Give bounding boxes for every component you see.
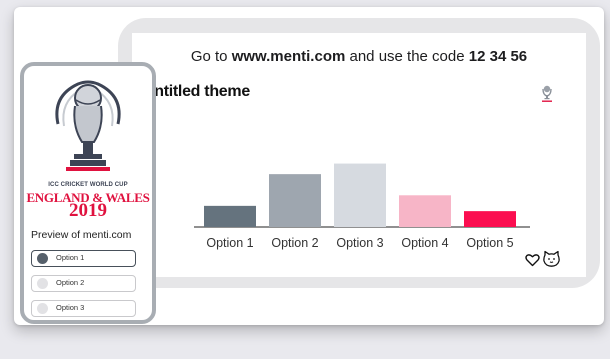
vote-option-1[interactable]: Option 1 [31, 250, 136, 267]
bar-chart: Option 1 Option 2 Option 3 Option 4 Option 5 [194, 163, 530, 250]
bar-4 [399, 195, 451, 227]
phone-preview: ICC CRICKET WORLD CUP ENGLAND & WALES 20… [20, 62, 156, 324]
bar-label-3: Option 3 [336, 236, 383, 250]
radio-icon [37, 278, 48, 289]
bar-3 [334, 163, 386, 227]
join-instruction: Go to www.menti.com and use the code 12 … [190, 48, 528, 65]
cat-icon[interactable] [542, 250, 561, 268]
bar-label-5: Option 5 [466, 236, 513, 250]
bar-label-1: Option 1 [206, 236, 253, 250]
menti-link[interactable]: www.menti.com [232, 48, 346, 65]
logo-text-top: ICC CRICKET WORLD CUP [48, 182, 128, 188]
bar-label-4: Option 4 [401, 236, 448, 250]
radio-icon [37, 303, 48, 314]
cricket-world-cup-trophy-logo [55, 80, 121, 171]
vote-option-3[interactable]: Option 3 [31, 300, 136, 317]
bar-5 [464, 211, 516, 227]
preview-label: Preview of menti.com [31, 229, 132, 241]
theme-title: Untitled theme [143, 83, 250, 100]
bar-2 [269, 174, 321, 227]
logo-text-year: 2019 [69, 200, 107, 221]
heart-icon[interactable] [525, 253, 540, 267]
vote-option-label: Option 1 [56, 253, 85, 262]
join-code: 12 34 56 [468, 48, 528, 65]
bar-label-2: Option 2 [271, 236, 318, 250]
cricket-logo-small [542, 85, 552, 102]
vote-option-label: Option 3 [56, 303, 85, 312]
vote-option-2[interactable]: Option 2 [31, 275, 136, 292]
bar-1 [204, 205, 256, 227]
radio-icon [37, 253, 48, 264]
vote-option-label: Option 2 [56, 278, 85, 287]
